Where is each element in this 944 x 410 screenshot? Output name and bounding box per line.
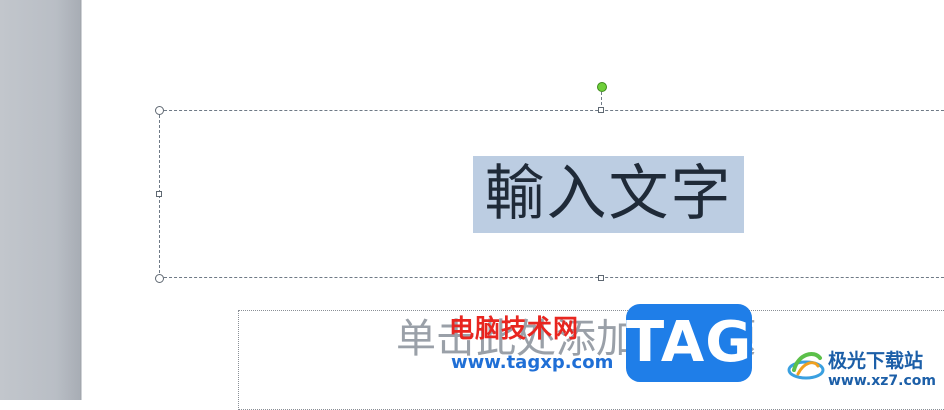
resize-handle-bottom-left[interactable]	[155, 274, 164, 283]
aurora-logo-icon	[787, 352, 825, 380]
watermark-brand-url: www.tagxp.com	[451, 352, 614, 373]
resize-handle-top-left[interactable]	[155, 106, 164, 115]
resize-handle-middle-left[interactable]	[156, 191, 162, 197]
title-selected-text[interactable]: 輸入文字	[473, 156, 744, 233]
watermark-site-cn: 极光下载站	[828, 350, 924, 372]
resize-handle-bottom-center[interactable]	[598, 275, 604, 281]
resize-handle-top-center[interactable]	[598, 107, 604, 113]
workspace-background	[0, 0, 80, 400]
watermark-brand-cn: 电脑技术网	[449, 314, 580, 343]
watermark-tag-logo: TAG	[626, 304, 752, 382]
watermark-site-url: www.xz7.com	[828, 373, 936, 389]
rotate-handle-icon[interactable]	[597, 82, 607, 92]
